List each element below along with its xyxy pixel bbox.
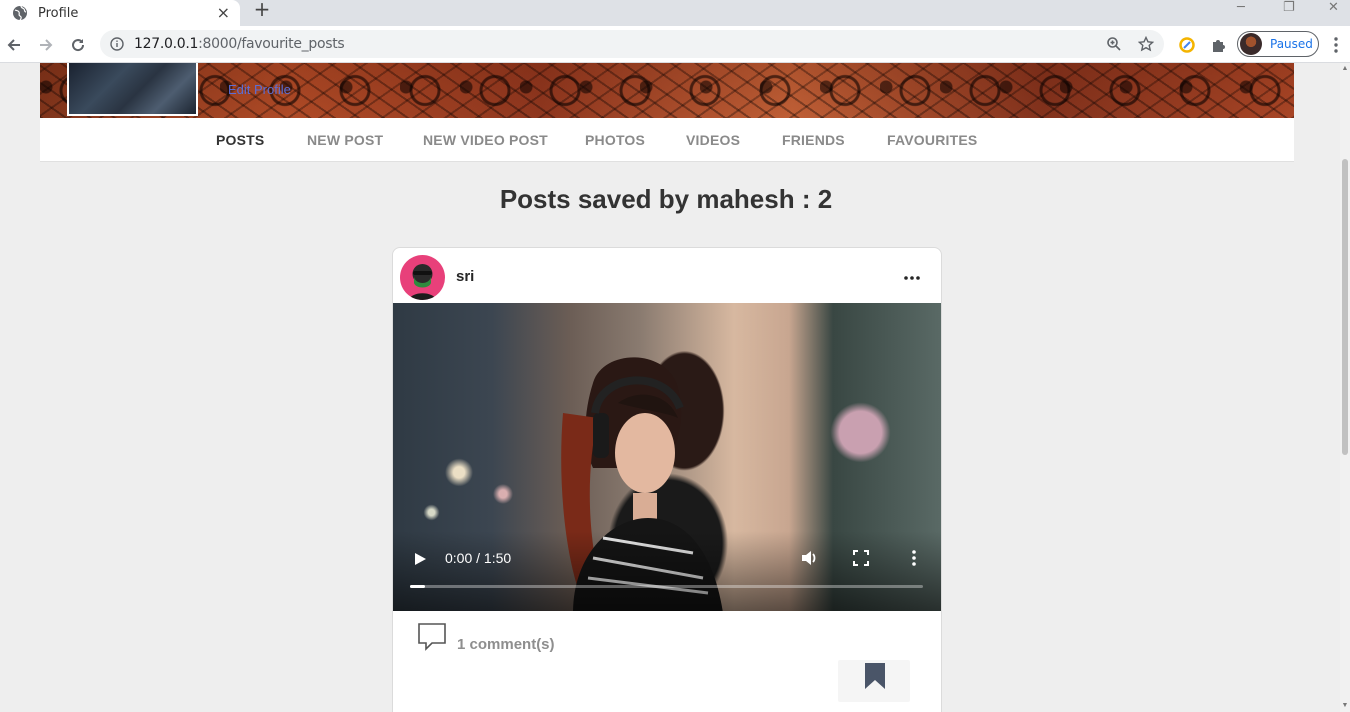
page-viewport: Edit Profile POSTS NEW POST NEW VIDEO PO…: [0, 63, 1340, 712]
bookmark-button[interactable]: [838, 660, 910, 702]
tab-title: Profile: [38, 5, 79, 21]
comment-count[interactable]: 1 comment(s): [457, 636, 555, 653]
browser-toolbar: 127.0.0.1:8000/favourite_posts Paused: [0, 26, 1350, 63]
menu-icon[interactable]: [1328, 35, 1344, 55]
scroll-up-icon[interactable]: ▲: [1341, 65, 1349, 73]
new-tab-button[interactable]: +: [252, 0, 272, 20]
fullscreen-icon[interactable]: [853, 550, 869, 566]
tab-close-icon[interactable]: ×: [217, 3, 230, 22]
tab-favourites[interactable]: FAVOURITES: [887, 132, 977, 148]
tab-videos[interactable]: VIDEOS: [686, 132, 740, 148]
video-progress-fill: [410, 585, 426, 588]
video-time: 0:00 / 1:50: [445, 550, 512, 566]
minimize-icon[interactable]: ─: [1237, 0, 1245, 16]
video-progress-track[interactable]: [410, 585, 923, 588]
profile-button[interactable]: Paused: [1237, 31, 1319, 57]
video-controls: [393, 531, 941, 611]
volume-icon[interactable]: [800, 549, 818, 567]
browser-tab[interactable]: Profile ×: [0, 0, 240, 26]
tab-friends[interactable]: FRIENDS: [782, 132, 845, 148]
scroll-down-icon[interactable]: ▼: [1341, 702, 1349, 710]
url-path: :8000/favourite_posts: [198, 36, 345, 52]
profile-status: Paused: [1270, 37, 1313, 51]
post-card: sri 0:00 / 1:50 1 comment(s): [392, 247, 942, 712]
bookmark-icon: [864, 662, 886, 690]
tab-new-video-post[interactable]: NEW VIDEO POST: [423, 132, 548, 148]
window-close-icon[interactable]: ✕: [1328, 0, 1339, 16]
scroll-thumb[interactable]: [1342, 159, 1348, 455]
star-icon[interactable]: [1137, 35, 1155, 52]
edit-profile-link[interactable]: Edit Profile: [228, 82, 291, 97]
forward-icon[interactable]: [36, 35, 56, 55]
puzzle-icon[interactable]: [1210, 36, 1228, 54]
address-bar[interactable]: 127.0.0.1:8000/favourite_posts: [100, 30, 1164, 58]
video-options-icon[interactable]: [911, 549, 917, 567]
zoom-icon[interactable]: [1106, 36, 1122, 52]
restore-icon[interactable]: ❐: [1283, 0, 1295, 16]
tab-new-post[interactable]: NEW POST: [307, 132, 383, 148]
comment-icon[interactable]: [417, 622, 447, 652]
globe-icon: [12, 5, 28, 21]
page-scrollbar[interactable]: ▲ ▼: [1340, 63, 1350, 712]
page-title: Posts saved by mahesh : 2: [499, 184, 833, 214]
reload-icon[interactable]: [68, 35, 88, 55]
profile-nav: POSTS NEW POST NEW VIDEO POST PHOTOS VID…: [40, 118, 1294, 162]
post-video[interactable]: 0:00 / 1:50: [393, 303, 941, 611]
play-icon[interactable]: [413, 552, 427, 566]
info-icon[interactable]: [110, 37, 124, 51]
url-text: 127.0.0.1:8000/favourite_posts: [134, 36, 345, 52]
avatar: [1240, 33, 1262, 55]
back-icon[interactable]: [4, 35, 24, 55]
more-icon[interactable]: [901, 268, 923, 288]
extension-icon[interactable]: [1178, 36, 1196, 54]
url-host: 127.0.0.1: [134, 36, 199, 52]
author-avatar[interactable]: [400, 255, 445, 300]
tab-posts[interactable]: POSTS: [216, 132, 264, 148]
profile-picture: [67, 63, 198, 116]
tab-photos[interactable]: PHOTOS: [585, 132, 645, 148]
post-author[interactable]: sri: [456, 268, 474, 285]
browser-tab-strip: Profile × + ─ ❐ ✕: [0, 0, 1350, 26]
